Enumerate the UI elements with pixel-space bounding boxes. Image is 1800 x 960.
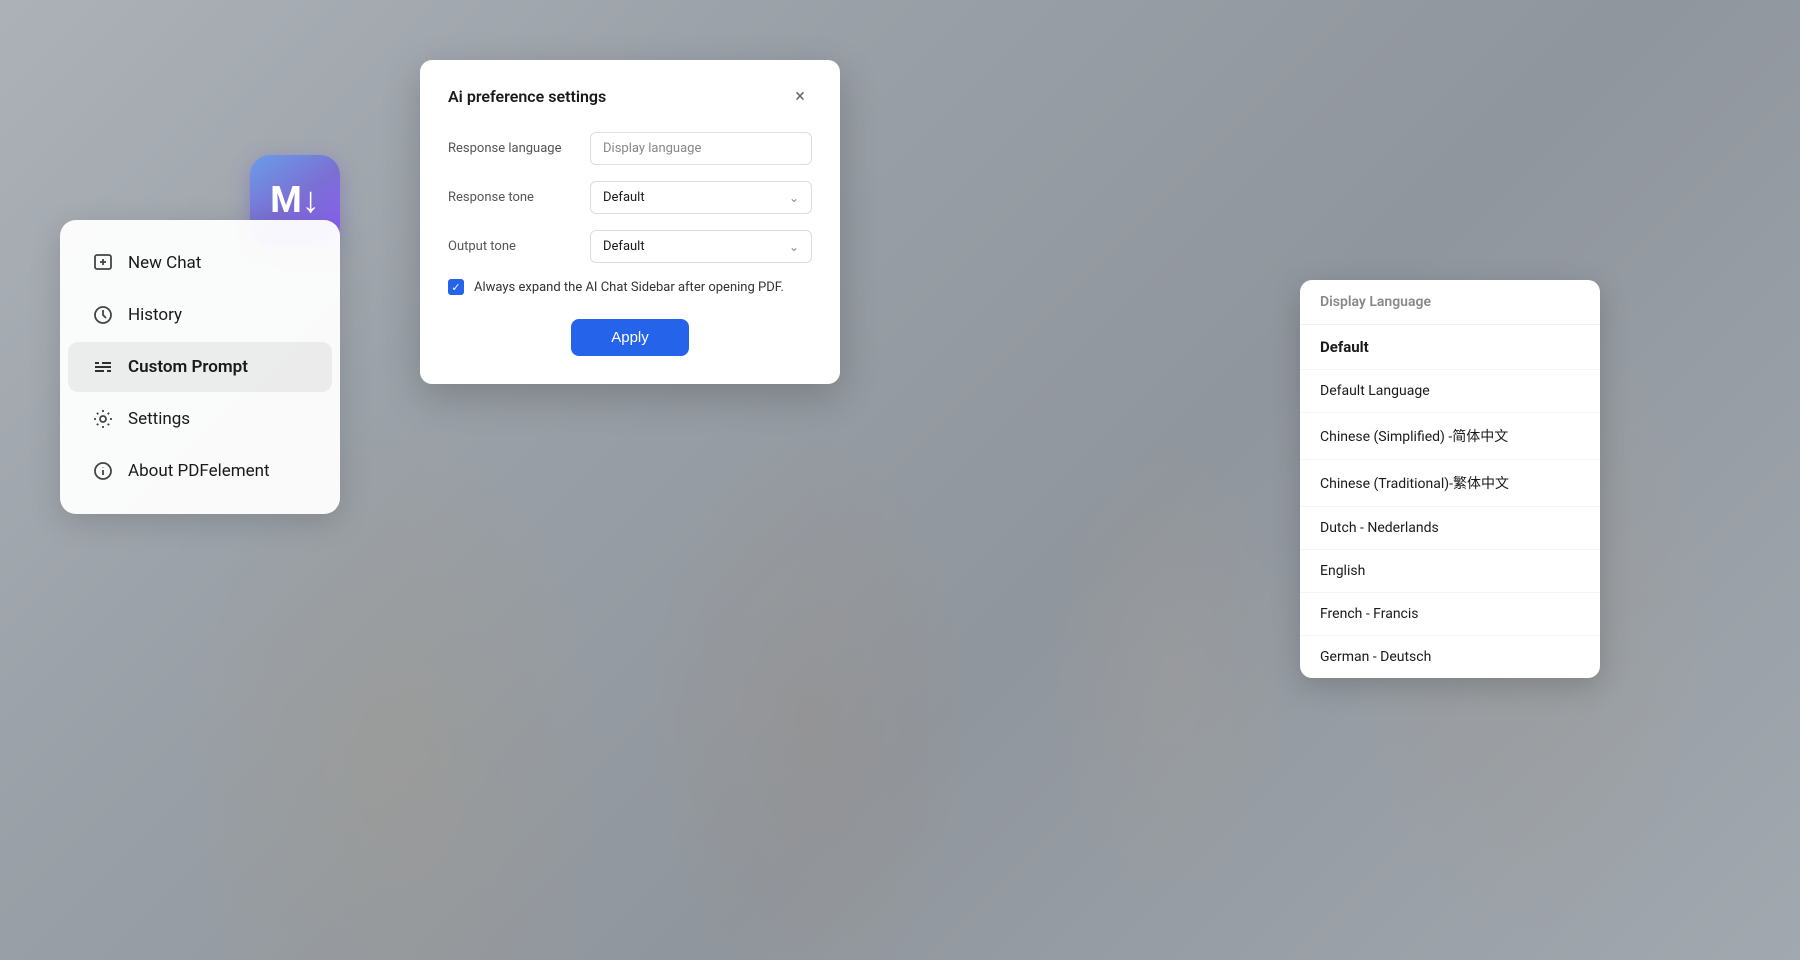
response-tone-select[interactable]: Default ⌄ [590,181,812,214]
sidebar-item-new-chat[interactable]: New Chat [68,238,332,288]
chevron-down-icon-2: ⌄ [789,240,799,254]
info-icon [92,460,114,482]
language-dropdown: Display Language Default Default Languag… [1300,280,1600,678]
response-language-row: Response language Display language [448,132,812,165]
lang-item-german[interactable]: German - Deutsch [1300,636,1600,678]
expand-sidebar-checkbox[interactable]: ✓ [448,279,464,295]
lang-item-default[interactable]: Default [1300,325,1600,370]
response-language-label: Response language [448,141,578,156]
lang-item-french[interactable]: French - Francis [1300,593,1600,636]
dropdown-header: Display Language [1300,280,1600,325]
output-tone-label: Output tone [448,239,578,254]
response-tone-value: Default [603,190,645,205]
lang-item-default-language[interactable]: Default Language [1300,370,1600,413]
lang-item-chinese-traditional[interactable]: Chinese (Traditional)-繁体中文 [1300,460,1600,507]
output-tone-row: Output tone Default ⌄ [448,230,812,263]
history-icon [92,304,114,326]
output-tone-select[interactable]: Default ⌄ [590,230,812,263]
settings-dialog: Ai preference settings × Response langua… [420,60,840,384]
sidebar-item-custom-prompt[interactable]: Custom Prompt [68,342,332,392]
response-tone-row: Response tone Default ⌄ [448,181,812,214]
response-tone-label: Response tone [448,190,578,205]
lang-item-dutch[interactable]: Dutch - Nederlands [1300,507,1600,550]
checkbox-row: ✓ Always expand the AI Chat Sidebar afte… [448,279,812,295]
response-language-value: Display language [603,141,701,156]
sidebar-item-about[interactable]: About PDFelement [68,446,332,496]
sidebar-item-settings[interactable]: Settings [68,394,332,444]
dialog-title: Ai preference settings [448,87,606,106]
response-language-input[interactable]: Display language [590,132,812,165]
chevron-down-icon: ⌄ [789,191,799,205]
output-tone-value: Default [603,239,645,254]
sidebar-menu: New Chat History Custom Prompt Settings [60,220,340,514]
settings-icon [92,408,114,430]
lang-item-english[interactable]: English [1300,550,1600,593]
close-button[interactable]: × [788,84,812,108]
lang-item-chinese-simplified[interactable]: Chinese (Simplified) -简体中文 [1300,413,1600,460]
dialog-header: Ai preference settings × [448,84,812,108]
sidebar-item-history[interactable]: History [68,290,332,340]
new-chat-icon [92,252,114,274]
apply-button[interactable]: Apply [571,319,689,356]
checkbox-label: Always expand the AI Chat Sidebar after … [474,280,784,295]
custom-prompt-icon [92,356,114,378]
